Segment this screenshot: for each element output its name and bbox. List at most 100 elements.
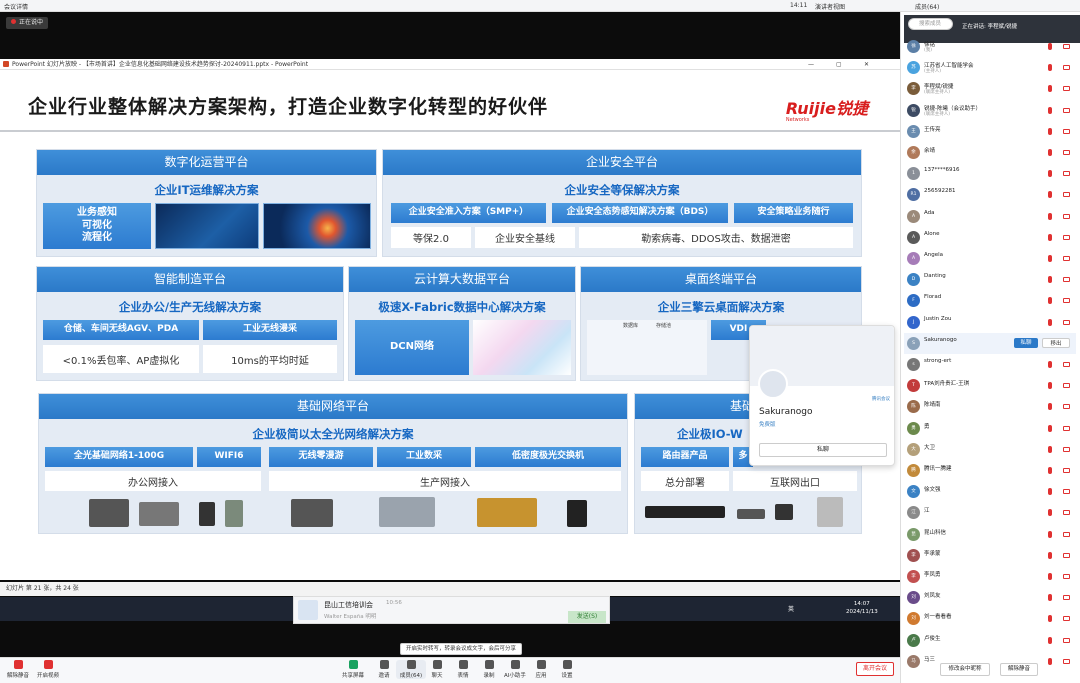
camera-off-icon[interactable] bbox=[1063, 404, 1070, 410]
mic-muted-icon[interactable] bbox=[1048, 255, 1052, 262]
mic-muted-icon[interactable] bbox=[1048, 170, 1052, 178]
unmute-all-button[interactable]: 解除静音 bbox=[1000, 663, 1038, 676]
camera-off-icon[interactable] bbox=[1063, 468, 1070, 473]
mic-muted-icon[interactable] bbox=[1048, 361, 1052, 368]
member-row[interactable]: 腾 腾讯一腾建 bbox=[904, 460, 1076, 481]
member-row[interactable]: 李 李程斌/锐捷 (联席主持人) bbox=[904, 78, 1076, 99]
meeting-details-link[interactable]: 会议详情 bbox=[4, 2, 28, 11]
chat-notification[interactable]: 昆山工信培训会 10:56 Walter España 明明 发送(S) bbox=[293, 596, 610, 624]
camera-off-icon[interactable] bbox=[1063, 489, 1070, 495]
mic-muted-icon[interactable] bbox=[1048, 149, 1052, 156]
member-row[interactable]: 卢 卢俊生 bbox=[904, 630, 1076, 651]
camera-off-icon[interactable] bbox=[1063, 552, 1070, 558]
mute-button[interactable]: 解除静音 bbox=[3, 660, 33, 679]
member-row[interactable]: A Alone bbox=[904, 227, 1076, 248]
mic-muted-icon[interactable] bbox=[1048, 85, 1052, 93]
member-row[interactable]: 刘 刘一看看看 bbox=[904, 608, 1076, 629]
member-row[interactable]: 刘 刘凤友 bbox=[904, 587, 1076, 608]
close-icon[interactable]: ✕ bbox=[864, 59, 869, 70]
member-row[interactable]: D Danting bbox=[904, 269, 1076, 290]
camera-off-icon[interactable] bbox=[1063, 616, 1070, 622]
mic-muted-icon[interactable] bbox=[1048, 636, 1052, 644]
mic-muted-icon[interactable] bbox=[1048, 594, 1052, 602]
member-row[interactable]: F Florad bbox=[904, 290, 1076, 311]
popup-message-button[interactable]: 私聊 bbox=[759, 443, 887, 457]
member-row[interactable]: A Ada bbox=[904, 206, 1076, 227]
mic-muted-icon[interactable] bbox=[1048, 551, 1052, 559]
member-row[interactable]: 李 李凤勇 bbox=[904, 566, 1076, 587]
camera-off-icon[interactable] bbox=[1063, 298, 1070, 304]
mic-muted-icon[interactable] bbox=[1048, 64, 1052, 72]
camera-off-icon[interactable] bbox=[1063, 234, 1070, 240]
camera-off-icon[interactable] bbox=[1063, 425, 1070, 431]
member-row[interactable]: 余 余靖 bbox=[904, 142, 1076, 163]
member-row[interactable]: 大 大卫 bbox=[904, 439, 1076, 460]
send-button[interactable]: 发送(S) bbox=[568, 611, 606, 623]
member-row[interactable]: 李 李承蒙 bbox=[904, 545, 1076, 566]
modify-nickname-button[interactable]: 修改会中昵称 bbox=[940, 663, 990, 676]
member-row[interactable]: 锐 锐捷-陈曦（会议助手） (联席主持人) bbox=[904, 100, 1076, 121]
remove-member-button[interactable]: 移出 bbox=[1042, 337, 1070, 348]
camera-off-icon[interactable] bbox=[1063, 128, 1070, 134]
camera-off-icon[interactable] bbox=[1063, 595, 1070, 601]
mic-muted-icon[interactable] bbox=[1048, 318, 1052, 326]
mic-muted-icon[interactable] bbox=[1048, 106, 1052, 114]
mic-muted-icon[interactable] bbox=[1048, 276, 1052, 284]
member-row[interactable]: 马 马三 bbox=[904, 651, 1076, 672]
camera-off-icon[interactable] bbox=[1063, 277, 1070, 283]
member-row[interactable]: 昆 昆山科信 bbox=[904, 524, 1076, 545]
invite-button[interactable]: 邀请 bbox=[369, 660, 399, 679]
member-row[interactable]: 苏 江苏省人工智能学会 (主持人) bbox=[904, 57, 1076, 78]
camera-off-icon[interactable] bbox=[1063, 256, 1070, 261]
member-row[interactable]: 王 王传亮 bbox=[904, 121, 1076, 142]
mic-muted-icon[interactable] bbox=[1048, 403, 1052, 411]
video-button[interactable]: 开启视频 bbox=[33, 660, 63, 679]
member-row[interactable]: 勇 勇 bbox=[904, 418, 1076, 439]
member-row[interactable]: S Sakuranogo 私聊 移出 bbox=[904, 332, 1076, 354]
member-row[interactable]: T TPA刘舟贵汇-王琪 bbox=[904, 375, 1076, 396]
restore-icon[interactable]: ▢ bbox=[836, 59, 842, 70]
camera-off-icon[interactable] bbox=[1063, 531, 1070, 537]
camera-off-icon[interactable] bbox=[1063, 86, 1070, 92]
mic-muted-icon[interactable] bbox=[1048, 573, 1052, 580]
member-row[interactable]: s strong-ert bbox=[904, 354, 1076, 375]
members-count[interactable]: 成员(64) bbox=[915, 2, 939, 11]
member-row[interactable]: A Angela bbox=[904, 248, 1076, 269]
mic-muted-icon[interactable] bbox=[1048, 233, 1052, 241]
camera-off-icon[interactable] bbox=[1063, 574, 1070, 579]
mic-muted-icon[interactable] bbox=[1048, 297, 1052, 305]
camera-off-icon[interactable] bbox=[1063, 44, 1070, 49]
camera-off-icon[interactable] bbox=[1063, 213, 1070, 219]
mic-muted-icon[interactable] bbox=[1048, 467, 1052, 474]
share-screen-button[interactable]: 共享屏幕 bbox=[338, 660, 368, 679]
mic-muted-icon[interactable] bbox=[1048, 445, 1052, 453]
member-row[interactable]: 陈 陈靖南 bbox=[904, 396, 1076, 417]
mic-muted-icon[interactable] bbox=[1048, 530, 1052, 538]
camera-off-icon[interactable] bbox=[1063, 446, 1070, 452]
mic-muted-icon[interactable] bbox=[1048, 127, 1052, 135]
minimize-icon[interactable]: — bbox=[808, 59, 814, 70]
mic-muted-icon[interactable] bbox=[1048, 657, 1052, 665]
camera-off-icon[interactable] bbox=[1063, 65, 1070, 71]
camera-off-icon[interactable] bbox=[1063, 171, 1070, 177]
camera-off-icon[interactable] bbox=[1063, 107, 1070, 113]
member-row[interactable]: R1 256592281 bbox=[904, 184, 1076, 205]
mic-muted-icon[interactable] bbox=[1048, 43, 1052, 50]
camera-off-icon[interactable] bbox=[1063, 319, 1070, 325]
member-row[interactable]: 文 徐文强 bbox=[904, 481, 1076, 502]
ime-indicator[interactable]: 英 bbox=[788, 604, 794, 613]
camera-off-icon[interactable] bbox=[1063, 658, 1070, 664]
camera-off-icon[interactable] bbox=[1063, 192, 1070, 198]
settings-button[interactable]: 设置 bbox=[552, 660, 582, 679]
camera-off-icon[interactable] bbox=[1063, 637, 1070, 643]
mic-muted-icon[interactable] bbox=[1048, 615, 1052, 623]
camera-off-icon[interactable] bbox=[1063, 510, 1070, 516]
mic-muted-icon[interactable] bbox=[1048, 509, 1052, 517]
private-chat-button[interactable]: 私聊 bbox=[1014, 337, 1038, 348]
mic-muted-icon[interactable] bbox=[1048, 191, 1052, 199]
mic-muted-icon[interactable] bbox=[1048, 382, 1052, 390]
mic-muted-icon[interactable] bbox=[1048, 424, 1052, 432]
member-search-input[interactable]: 搜索成员 bbox=[908, 18, 953, 30]
mic-muted-icon[interactable] bbox=[1048, 212, 1052, 220]
member-row[interactable]: 1 137****6916 bbox=[904, 163, 1076, 184]
